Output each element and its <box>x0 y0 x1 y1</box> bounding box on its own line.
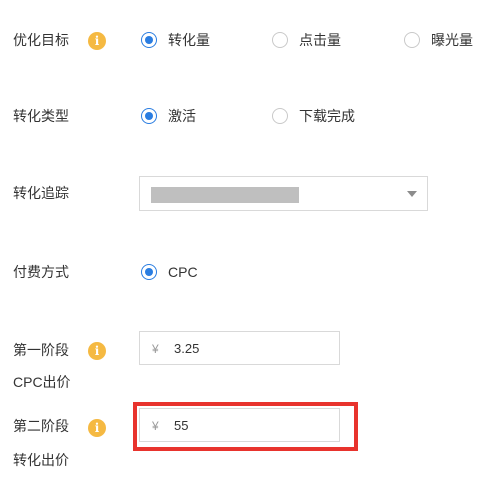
stage-one-bid-input[interactable]: ¥ 3.25 <box>139 331 340 365</box>
radio-clicks[interactable] <box>272 32 288 48</box>
redacted-selection-bar <box>151 187 299 203</box>
stage-one-label: 第一阶段 <box>13 342 69 358</box>
stage-two-bid-value: 55 <box>174 418 189 433</box>
radio-conversions[interactable] <box>141 32 157 48</box>
stage-two-bid-input[interactable]: ¥ 55 <box>139 408 340 442</box>
radio-cpc[interactable] <box>141 264 157 280</box>
stage-two-label: 第二阶段 <box>13 418 69 434</box>
radio-activation-label[interactable]: 激活 <box>168 107 196 125</box>
conversion-tracking-label: 转化追踪 <box>13 185 69 201</box>
radio-download-complete-label[interactable]: 下载完成 <box>299 107 355 125</box>
info-icon[interactable]: i <box>88 419 106 437</box>
currency-symbol: ¥ <box>152 342 159 356</box>
currency-symbol: ¥ <box>152 419 159 433</box>
radio-impressions-label[interactable]: 曝光量 <box>431 31 473 49</box>
info-icon[interactable]: i <box>88 342 106 360</box>
radio-cpc-label[interactable]: CPC <box>168 263 198 281</box>
stage-one-sublabel: CPC出价 <box>13 374 71 390</box>
radio-clicks-label[interactable]: 点击量 <box>299 31 341 49</box>
info-icon[interactable]: i <box>88 32 106 50</box>
radio-impressions[interactable] <box>404 32 420 48</box>
payment-method-label: 付费方式 <box>13 264 69 280</box>
radio-activation[interactable] <box>141 108 157 124</box>
stage-one-bid-value: 3.25 <box>174 341 200 356</box>
conversion-type-label: 转化类型 <box>13 108 69 124</box>
radio-download-complete[interactable] <box>272 108 288 124</box>
optimization-goal-label: 优化目标 <box>13 32 69 48</box>
radio-conversions-label[interactable]: 转化量 <box>168 31 210 49</box>
caret-down-icon[interactable] <box>407 191 417 197</box>
conversion-tracking-select[interactable] <box>139 176 428 211</box>
stage-two-sublabel: 转化出价 <box>13 452 69 468</box>
